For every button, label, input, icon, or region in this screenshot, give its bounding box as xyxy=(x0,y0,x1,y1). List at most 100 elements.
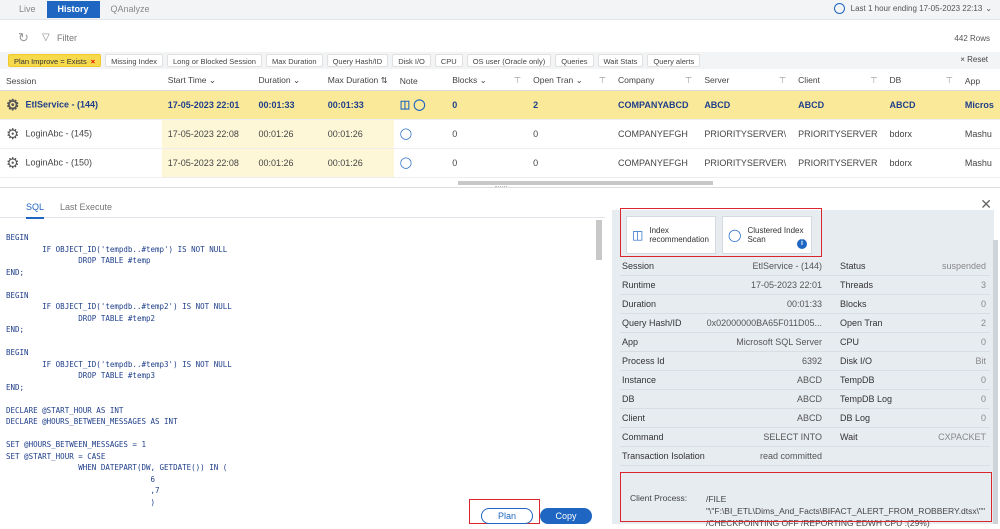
prop-key: Open Tran xyxy=(840,318,883,328)
prop-key: DB Log xyxy=(840,413,871,423)
pin-icon[interactable]: ⊤ xyxy=(685,75,692,86)
session-label: LoginAbc - (150) xyxy=(25,156,92,167)
prop-value: EtlService - (144) xyxy=(752,261,822,271)
reset-button[interactable]: × Reset xyxy=(960,55,988,64)
prop-key: TempDB xyxy=(840,375,875,385)
chip-os-user[interactable]: OS user (Oracle only) xyxy=(466,54,552,67)
chevron-down-icon: ⌄ xyxy=(985,4,992,13)
company-cell: COMPANYABCD xyxy=(612,90,699,120)
plan-button[interactable]: Plan xyxy=(481,508,533,524)
chip-queries[interactable]: Queries xyxy=(555,54,594,67)
table-row[interactable]: ⚙ EtlService - (144) 17-05-2023 22:01 00:… xyxy=(0,90,1000,120)
col-header-app[interactable]: App xyxy=(958,72,1000,91)
col-header-label: DB xyxy=(889,75,902,86)
pin-icon[interactable]: ⊤ xyxy=(946,75,953,86)
prop-key: Process Id xyxy=(622,356,665,366)
col-header-blocks[interactable]: Blocks ⌄ ⊤ xyxy=(446,72,528,91)
sql-code: BEGIN IF OBJECT_ID('tempdb..#temp') IS N… xyxy=(6,233,232,507)
prop-value: 0 xyxy=(980,337,986,347)
detail-tabs: SQL Last Execute xyxy=(0,196,605,219)
chip-max-duration[interactable]: Max Duration xyxy=(265,54,323,67)
col-header-label: Company xyxy=(618,75,655,86)
property-row: Transaction Isolation read committed xyxy=(620,447,990,466)
copy-button[interactable]: Copy xyxy=(540,508,592,524)
table-row[interactable]: ⚙ LoginAbc - (150) 17-05-2023 22:08 00:01… xyxy=(0,148,1000,178)
prop-key: Instance xyxy=(622,375,657,385)
splitter-grip[interactable] xyxy=(495,186,507,188)
col-header-server[interactable]: Server ⊤ xyxy=(698,72,793,91)
col-header-label: Max Duration xyxy=(327,75,379,86)
col-header-db[interactable]: DB ⊤ xyxy=(883,72,959,91)
session-icon: ⚙ xyxy=(6,96,20,114)
tab-live[interactable]: Live xyxy=(8,1,47,18)
app-cell: Micros xyxy=(958,90,1000,120)
db-cell: ABCD xyxy=(883,90,959,120)
top-bar: Live History QAnalyze Last 1 hour ending… xyxy=(0,0,1000,20)
prop-value: 00:01:33 xyxy=(786,299,822,309)
property-row: Session EtlService - (144) Status suspended xyxy=(620,257,990,276)
chip-query-hash[interactable]: Query Hash/ID xyxy=(326,54,389,67)
remove-chip-icon[interactable]: × xyxy=(91,57,95,66)
filter-label[interactable]: Filter xyxy=(57,33,77,43)
chip-cpu[interactable]: CPU xyxy=(434,54,463,67)
pin-icon[interactable]: ⊤ xyxy=(514,75,521,86)
clustered-scan-icon[interactable]: ◯ xyxy=(400,157,412,169)
prop-key: Client xyxy=(622,413,646,423)
chip-disk-io[interactable]: Disk I/O xyxy=(392,54,431,67)
sql-editor[interactable]: BEGIN IF OBJECT_ID('tempdb..#temp') IS N… xyxy=(0,224,595,524)
col-header-label: Client xyxy=(798,75,820,86)
session-label: LoginAbc - (145) xyxy=(25,127,92,138)
maxdur-cell: 00:01:26 xyxy=(321,148,394,178)
row-count: 442 Rows xyxy=(954,34,990,43)
col-header-open-tran[interactable]: Open Tran ⌄ ⊤ xyxy=(527,72,612,91)
property-row: Process Id 6392 Disk I/O Bit xyxy=(620,352,990,371)
refresh-icon[interactable]: ↻ xyxy=(18,30,29,46)
col-header-start-time[interactable]: Start Time ⌄ xyxy=(161,72,253,91)
prop-value: 2 xyxy=(980,318,986,328)
tab-last-execute[interactable]: Last Execute xyxy=(60,202,112,212)
col-header-duration[interactable]: Duration ⌄ xyxy=(252,72,322,91)
sessions-table: Session Start Time ⌄ Duration ⌄ Max Dura… xyxy=(0,72,1000,178)
opentran-cell: 0 xyxy=(527,119,612,149)
prop-key: TempDB Log xyxy=(840,394,893,404)
vertical-scrollbar[interactable] xyxy=(596,220,602,260)
col-header-max-duration[interactable]: Max Duration ⇅ xyxy=(321,72,394,91)
chip-long-blocked[interactable]: Long or Blocked Session xyxy=(167,54,262,67)
horizontal-scrollbar[interactable] xyxy=(458,181,713,185)
chip-missing-index[interactable]: Missing Index xyxy=(105,54,163,67)
col-header-company[interactable]: Company ⊤ xyxy=(612,72,699,91)
highlight-box xyxy=(620,472,992,522)
prop-value: ABCD xyxy=(796,375,822,385)
col-header-client[interactable]: Client ⊤ xyxy=(792,72,884,91)
session-icon: ⚙ xyxy=(6,125,20,143)
panel-scrollbar[interactable] xyxy=(993,240,998,524)
filter-icon[interactable]: ▽ xyxy=(42,32,50,43)
col-header-note[interactable]: Note xyxy=(393,72,447,91)
plan-improve-icon[interactable]: ◫ ◯ xyxy=(400,99,426,111)
tab-qanalyze[interactable]: QAnalyze xyxy=(100,1,161,18)
chip-query-alerts[interactable]: Query alerts xyxy=(647,54,701,67)
clustered-scan-icon[interactable]: ◯ xyxy=(400,128,412,140)
pin-icon[interactable]: ⊤ xyxy=(870,75,877,86)
prop-value: 3 xyxy=(980,280,986,290)
table-row[interactable]: ⚙ LoginAbc - (145) 17-05-2023 22:08 00:01… xyxy=(0,119,1000,149)
prop-key: CPU xyxy=(840,337,860,347)
start-cell: 17-05-2023 22:08 xyxy=(161,148,253,178)
col-header-label: Server xyxy=(704,75,730,86)
maxdur-cell: 00:01:26 xyxy=(321,119,394,149)
chip-wait-stats[interactable]: Wait Stats xyxy=(597,54,644,67)
reset-label: Reset xyxy=(967,55,988,64)
col-header-session[interactable]: Session xyxy=(0,72,162,91)
company-cell: COMPANYEFGH xyxy=(612,119,699,149)
property-row: Runtime 17-05-2023 22:01 Threads 3 xyxy=(620,276,990,295)
table-header-row: Session Start Time ⌄ Duration ⌄ Max Dura… xyxy=(0,72,1000,91)
note-cell: ◫ ◯ xyxy=(393,90,447,120)
tab-sql[interactable]: SQL xyxy=(26,202,45,219)
chip-plan-improve[interactable]: Plan Improve = Exists × xyxy=(8,54,102,67)
tab-history[interactable]: History xyxy=(46,1,100,18)
pin-icon[interactable]: ⊤ xyxy=(779,75,786,86)
prop-value: 0 xyxy=(980,375,986,385)
pin-icon[interactable]: ⊤ xyxy=(599,75,606,86)
prop-value: 0 xyxy=(980,413,986,423)
time-range-picker[interactable]: Last 1 hour ending 17-05-2023 22:13 ⌄ xyxy=(833,3,992,14)
